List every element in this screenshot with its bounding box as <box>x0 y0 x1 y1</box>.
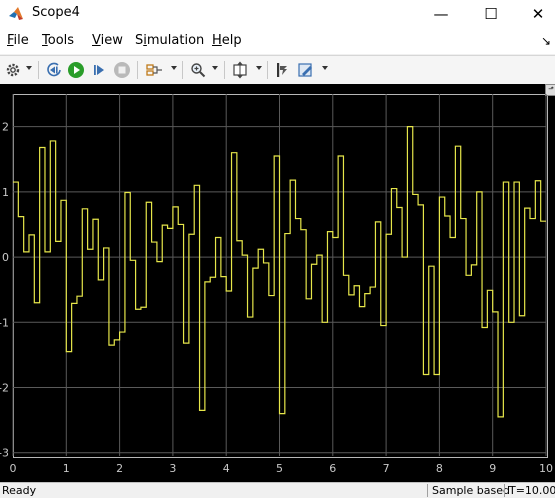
status-time: T=10.000 <box>504 484 555 497</box>
x-tick-label: 3 <box>169 462 176 475</box>
status-bar: Ready Sample based T=10.000 <box>0 482 555 498</box>
status-ready: Ready <box>2 484 37 497</box>
status-sample-mode: Sample based <box>427 484 514 497</box>
x-tick-label: 5 <box>276 462 283 475</box>
y-tick-label: 0 <box>2 251 9 264</box>
y-tick-label: -2 <box>0 382 9 395</box>
x-tick-label: 4 <box>223 462 230 475</box>
y-tick-label: 1 <box>2 186 9 199</box>
x-tick-label: 9 <box>489 462 496 475</box>
scope-plot: 012345678910210-1-2-3 <box>0 94 553 475</box>
x-tick-label: 0 <box>10 462 17 475</box>
x-tick-label: 8 <box>436 462 443 475</box>
x-tick-label: 7 <box>383 462 390 475</box>
y-tick-label: 2 <box>2 121 9 134</box>
y-tick-label: -1 <box>0 316 9 329</box>
signal-trace <box>13 126 546 418</box>
x-tick-label: 1 <box>63 462 70 475</box>
x-tick-label: 6 <box>329 462 336 475</box>
x-tick-label: 2 <box>116 462 123 475</box>
x-tick-label: 10 <box>539 462 553 475</box>
y-tick-label: -3 <box>0 447 9 460</box>
